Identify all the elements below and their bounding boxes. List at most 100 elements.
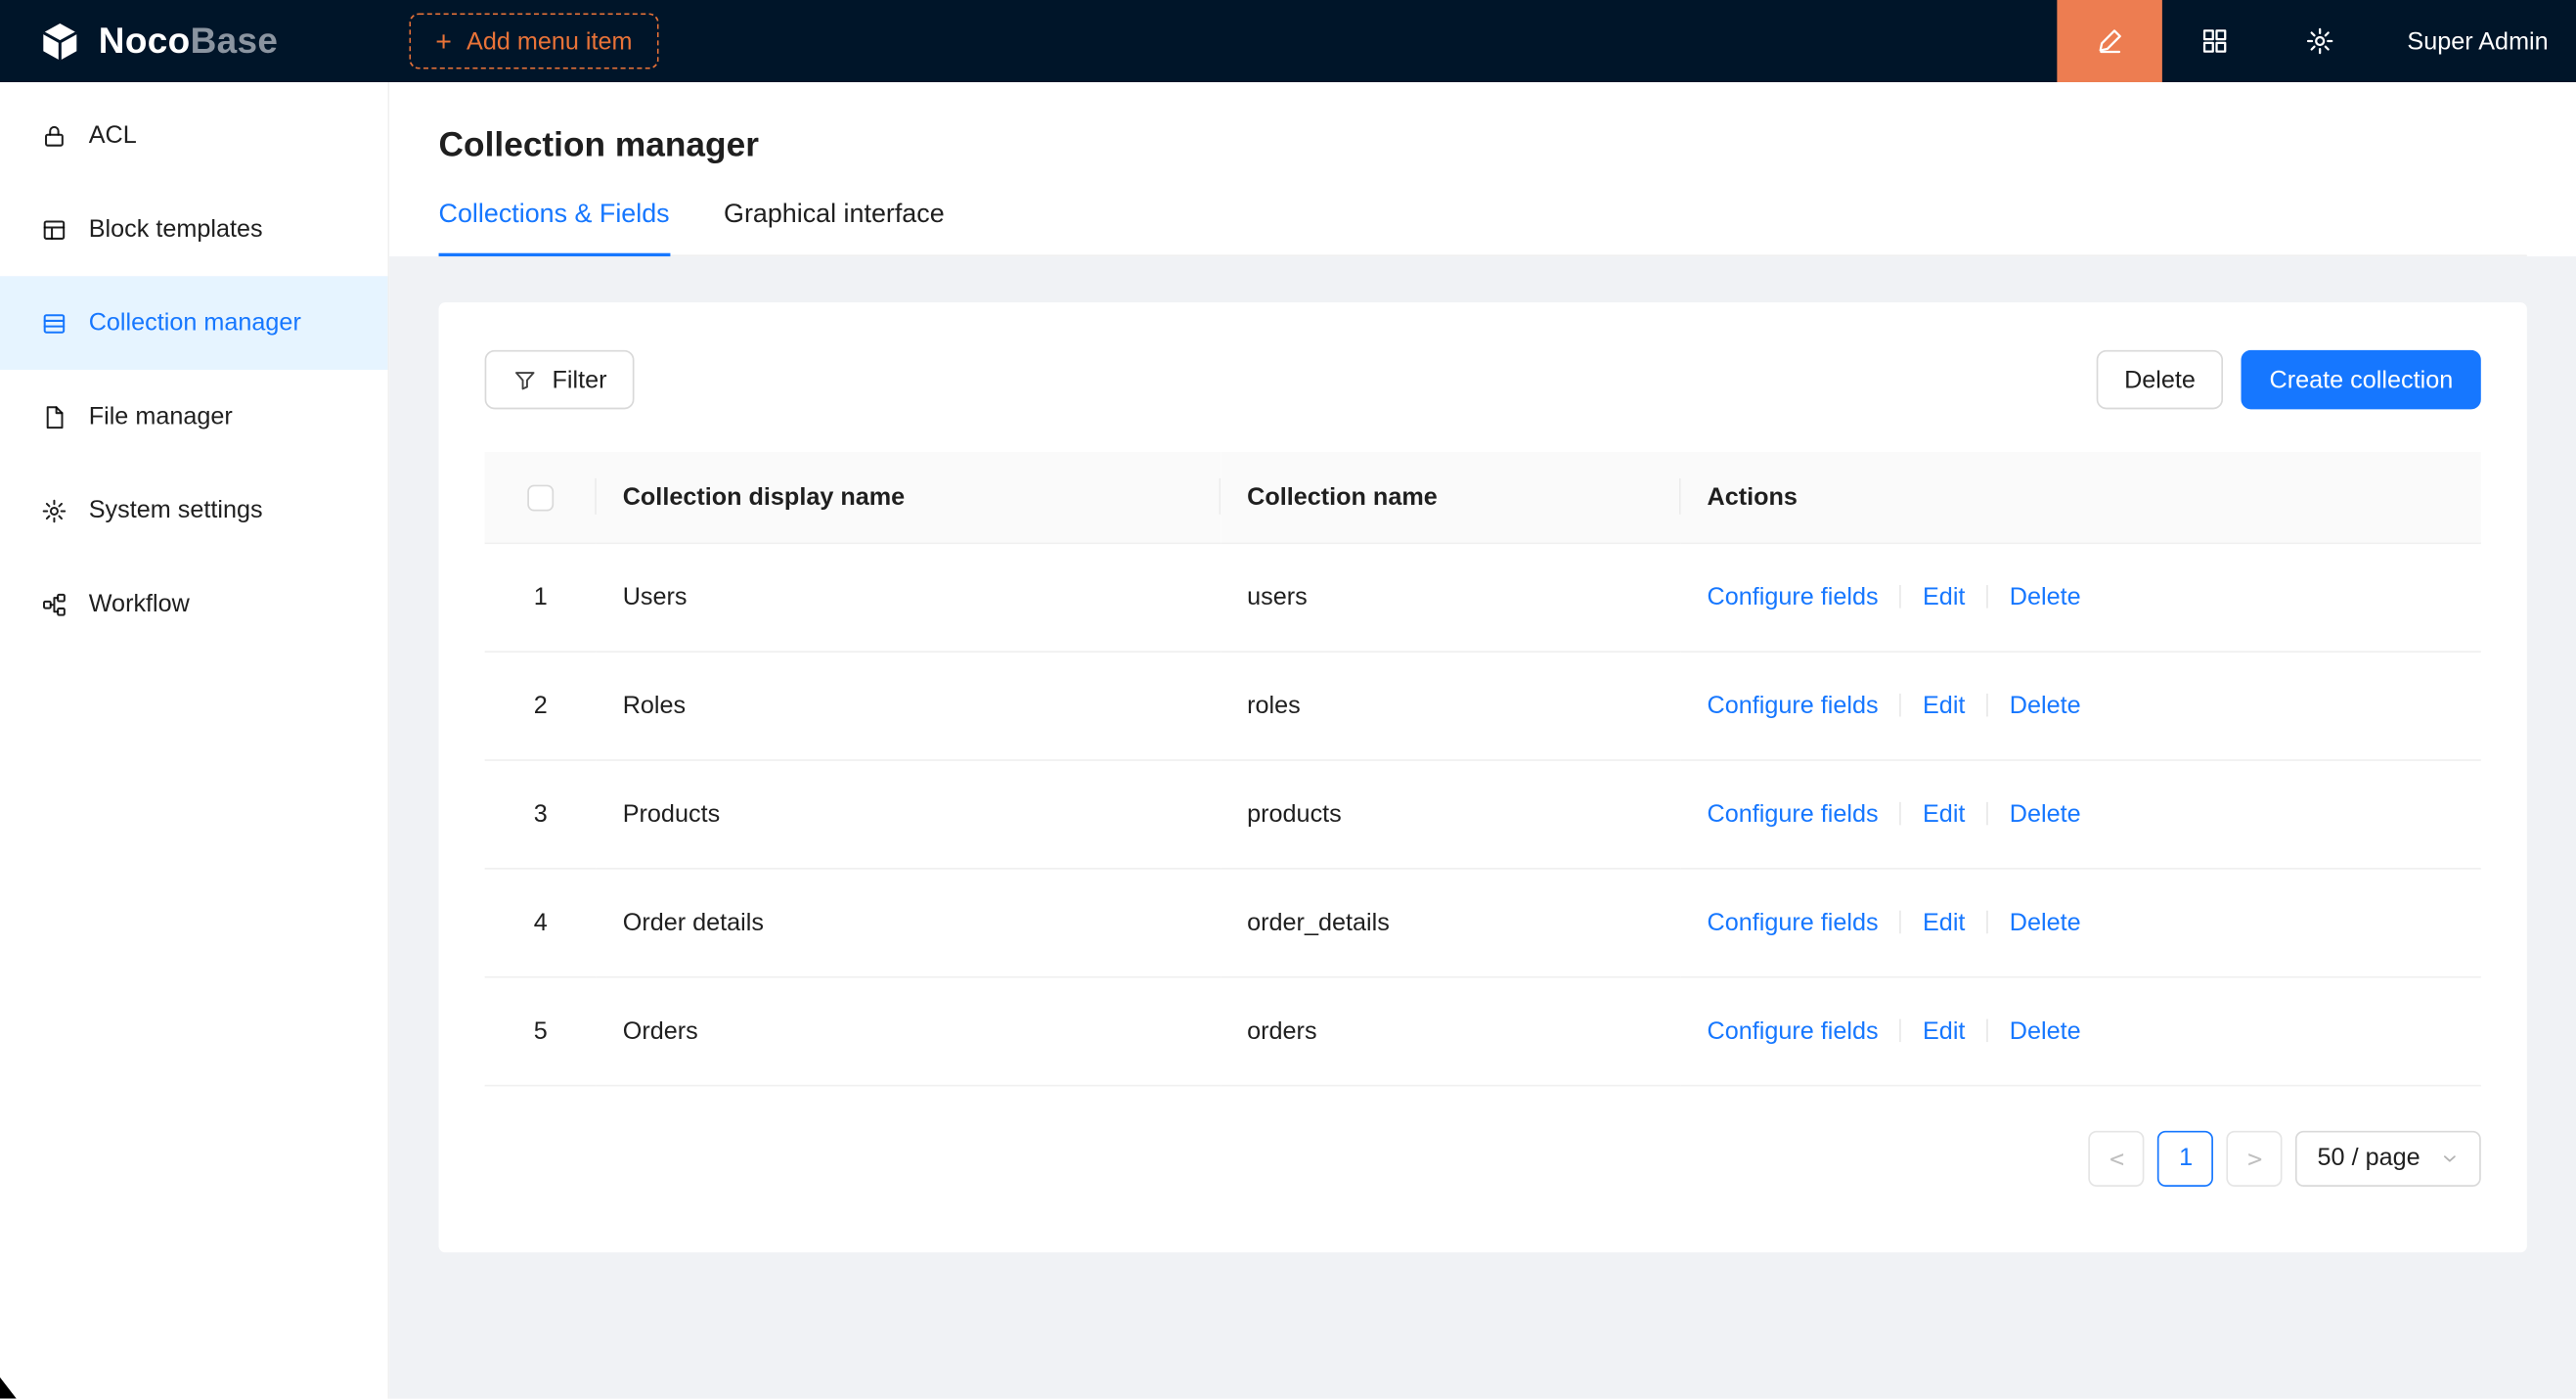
add-menu-item-label: Add menu item (466, 27, 632, 56)
edit-link[interactable]: Edit (1923, 908, 1965, 936)
cell-display-name: Orders (597, 976, 1221, 1085)
filter-button[interactable]: Filter (485, 350, 635, 409)
row-index: 3 (485, 759, 597, 868)
logo-text: NocoBase (99, 20, 278, 63)
top-bar: NocoBase + Add menu item (0, 0, 2576, 82)
sidebar-item-label: Block templates (89, 215, 263, 244)
cell-actions: Configure fields Edit Delete (1681, 868, 2481, 976)
plugins-button[interactable] (2162, 0, 2268, 82)
settings-button[interactable] (2268, 0, 2374, 82)
delete-link[interactable]: Delete (2010, 799, 2081, 828)
table-row: 5 Orders orders Configure fieldsEditDele… (485, 976, 2481, 1085)
card-toolbar: Filter Delete Create collection (485, 350, 2481, 409)
workflow-icon (41, 591, 67, 617)
page-title: Collection manager (439, 126, 2527, 165)
page-size-value: 50 / page (2318, 1144, 2421, 1172)
table-row: 1 Users users Configure fieldsEditDelete (485, 542, 2481, 651)
delete-link[interactable]: Delete (2010, 908, 2081, 936)
sidebar-item-label: Collection manager (89, 309, 301, 338)
configure-fields-link[interactable]: Configure fields (1708, 799, 1879, 828)
divider (1986, 1018, 1988, 1042)
logo-text-base: Base (191, 20, 279, 61)
row-index: 5 (485, 976, 597, 1085)
column-display-name: Collection display name (597, 452, 1221, 542)
cell-collection-name: users (1221, 542, 1680, 651)
table-header-row: Collection display name Collection name … (485, 452, 2481, 542)
sidebar-item-acl[interactable]: ACL (0, 89, 387, 183)
divider (1986, 584, 1988, 608)
sidebar-item-label: System settings (89, 496, 263, 524)
header-checkbox-cell (485, 452, 597, 542)
sidebar-item-system-settings[interactable]: System settings (0, 464, 387, 558)
column-actions: Actions (1681, 452, 2481, 542)
ui-editor-button[interactable] (2058, 0, 2163, 82)
page-size-select[interactable]: 50 / page (2296, 1130, 2481, 1186)
tab-collections-and-fields[interactable]: Collections & Fields (439, 201, 670, 254)
page-header: Collection manager Collections & Fields … (389, 82, 2576, 256)
filter-label: Filter (552, 366, 606, 394)
collections-card: Filter Delete Create collection Coll (439, 302, 2527, 1251)
collections-icon (41, 310, 67, 337)
settings-sidebar: ACL Block templates Collection manager (0, 82, 389, 1399)
edit-link[interactable]: Edit (1923, 691, 1965, 719)
lock-icon (41, 122, 67, 149)
cell-collection-name: products (1221, 759, 1680, 868)
select-all-checkbox[interactable] (527, 484, 554, 511)
delete-link[interactable]: Delete (2010, 691, 2081, 719)
divider (1899, 910, 1901, 933)
body-row: ACL Block templates Collection manager (0, 82, 2576, 1399)
chevron-down-icon (2440, 1148, 2460, 1167)
configure-fields-link[interactable]: Configure fields (1708, 908, 1879, 936)
sidebar-item-block-templates[interactable]: Block templates (0, 182, 387, 276)
plus-icon: + (435, 27, 452, 56)
delete-link[interactable]: Delete (2010, 1016, 2081, 1045)
layout-icon (41, 216, 67, 243)
sidebar-item-workflow[interactable]: Workflow (0, 558, 387, 652)
delete-link[interactable]: Delete (2010, 583, 2081, 611)
table-row: 3 Products products Configure fieldsEdit… (485, 759, 2481, 868)
sidebar-item-label: File manager (89, 403, 233, 431)
sidebar-item-label: ACL (89, 121, 137, 150)
cell-actions: Configure fields Edit Delete (1681, 976, 2481, 1085)
divider (1899, 693, 1901, 716)
gear-icon (2305, 26, 2334, 56)
pagination-prev-button[interactable]: < (2089, 1130, 2145, 1186)
sidebar-item-collection-manager[interactable]: Collection manager (0, 276, 387, 370)
divider (1899, 801, 1901, 825)
file-icon (41, 403, 67, 429)
edit-link[interactable]: Edit (1923, 799, 1965, 828)
table-row: 2 Roles roles Configure fieldsEditDelete (485, 651, 2481, 759)
top-bar-right: Super Admin (2058, 0, 2576, 82)
divider (1899, 1018, 1901, 1042)
user-menu[interactable]: Super Admin (2373, 27, 2576, 56)
cell-display-name: Order details (597, 868, 1221, 976)
cell-display-name: Roles (597, 651, 1221, 759)
nocobase-logo[interactable]: NocoBase (0, 19, 389, 63)
pagination-page-1[interactable]: 1 (2158, 1130, 2214, 1186)
edit-link[interactable]: Edit (1923, 583, 1965, 611)
divider (1986, 910, 1988, 933)
pagination-next-button[interactable]: > (2227, 1130, 2283, 1186)
configure-fields-link[interactable]: Configure fields (1708, 583, 1879, 611)
configure-fields-link[interactable]: Configure fields (1708, 1016, 1879, 1045)
main-area: Collection manager Collections & Fields … (389, 82, 2576, 1399)
tab-bar: Collections & Fields Graphical interface (439, 201, 2527, 256)
add-menu-item-button[interactable]: + Add menu item (409, 13, 658, 68)
divider (1899, 584, 1901, 608)
column-collection-name: Collection name (1221, 452, 1680, 542)
grid-icon (2200, 26, 2230, 56)
toolbar-right: Delete Create collection (2097, 350, 2481, 409)
sidebar-item-file-manager[interactable]: File manager (0, 370, 387, 464)
delete-button[interactable]: Delete (2097, 350, 2224, 409)
row-index: 4 (485, 868, 597, 976)
create-collection-button[interactable]: Create collection (2242, 350, 2481, 409)
configure-fields-link[interactable]: Configure fields (1708, 691, 1879, 719)
gear-icon (41, 497, 67, 523)
highlighter-icon (2095, 26, 2124, 56)
cell-collection-name: roles (1221, 651, 1680, 759)
edit-link[interactable]: Edit (1923, 1016, 1965, 1045)
app-window: NocoBase + Add menu item (0, 0, 2576, 1399)
collections-table: Collection display name Collection name … (485, 452, 2481, 1086)
pagination: < 1 > 50 / page (485, 1130, 2481, 1186)
tab-graphical-interface[interactable]: Graphical interface (724, 201, 945, 254)
